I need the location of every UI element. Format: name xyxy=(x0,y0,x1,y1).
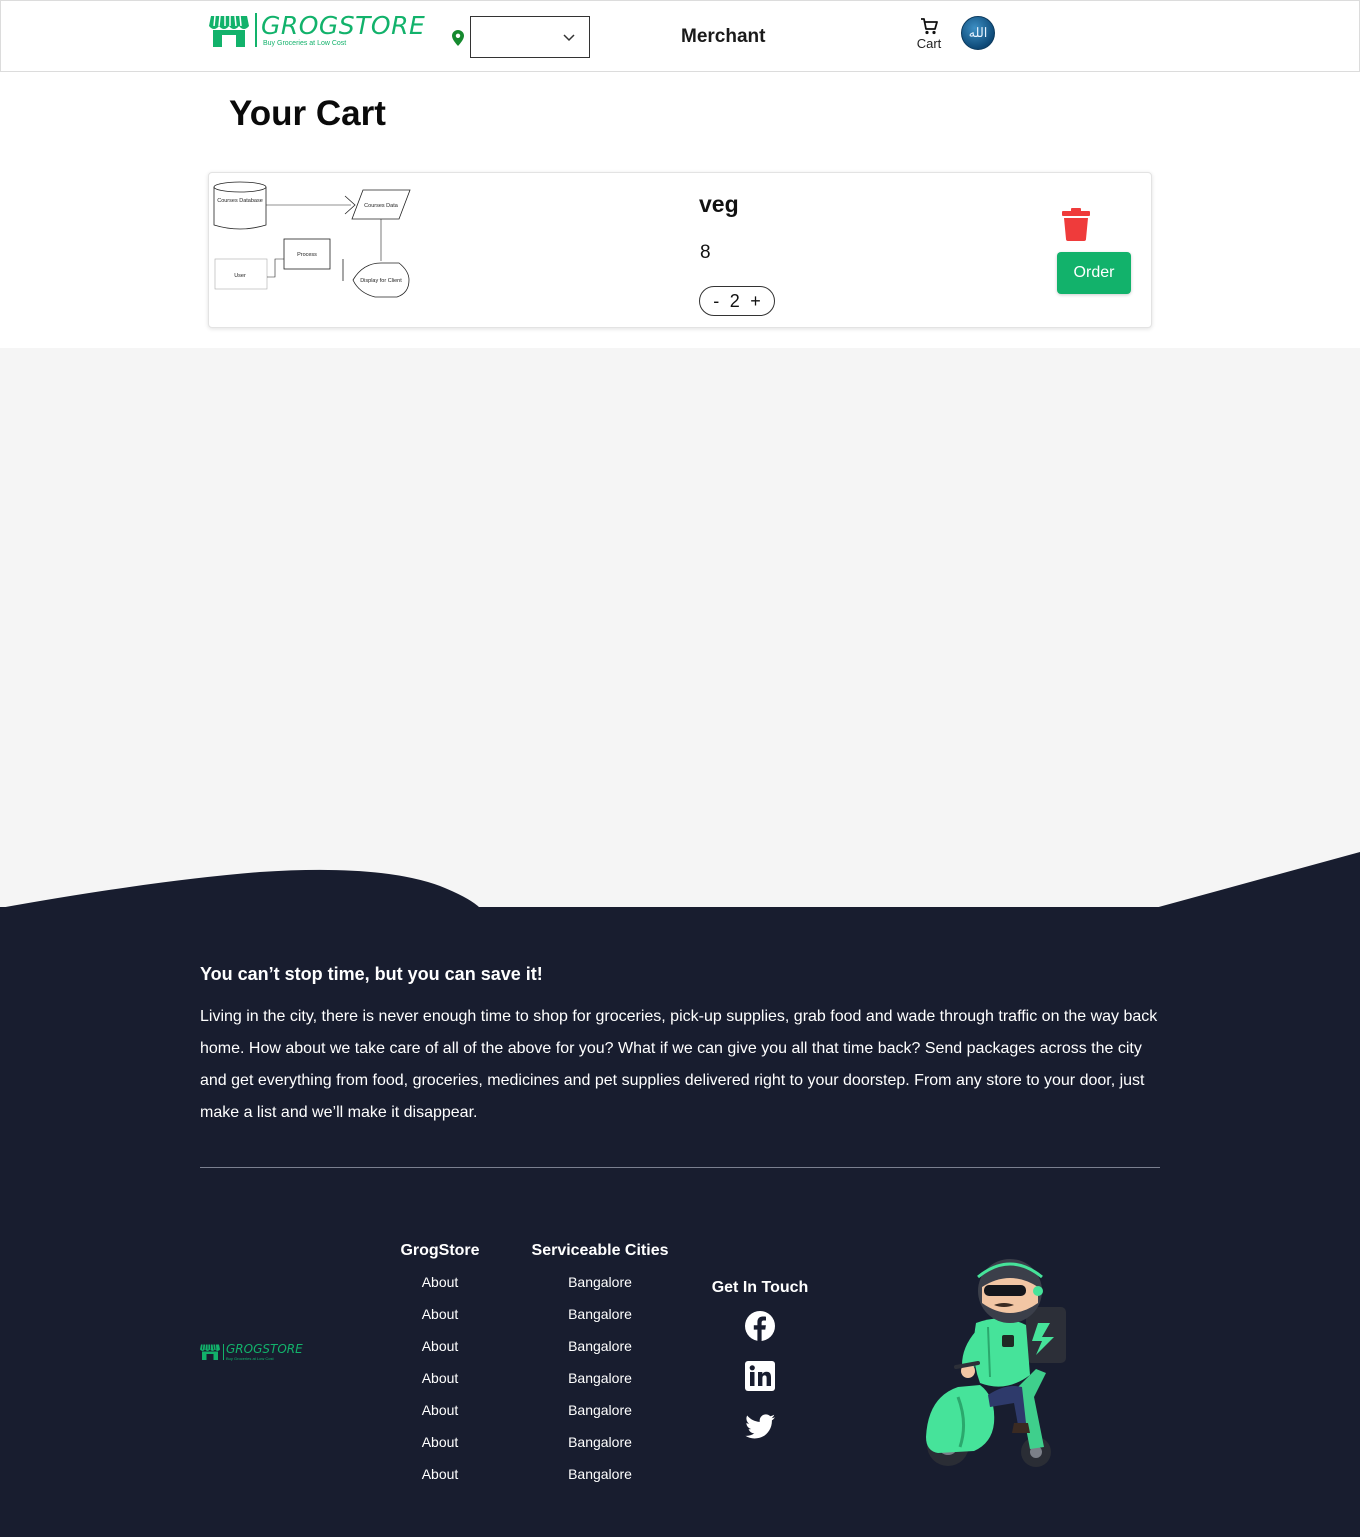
footer-column-cities: Serviceable Cities Bangalore Bangalore B… xyxy=(530,1242,670,1497)
storefront-icon xyxy=(209,15,249,47)
storefront-icon xyxy=(200,1344,220,1360)
footer-link-city[interactable]: Bangalore xyxy=(530,1369,670,1401)
merchant-link[interactable]: Merchant xyxy=(681,26,765,48)
diagram-node-display: Display for Client xyxy=(360,278,402,284)
footer-link-city[interactable]: Bangalore xyxy=(530,1337,670,1369)
footer-brand-tagline: Buy Groceries at Low Cost xyxy=(226,1356,274,1361)
footer-link-city[interactable]: Bangalore xyxy=(530,1465,670,1497)
empty-content-area xyxy=(0,348,1360,908)
footer-column-grogstore: GrogStore About About About About About … xyxy=(392,1242,488,1497)
footer-brand-name: GROGSTORE xyxy=(226,1342,303,1356)
footer-link-city[interactable]: Bangalore xyxy=(530,1401,670,1433)
product-name: veg xyxy=(699,191,739,217)
brand-logo[interactable]: GROGSTORE Buy Groceries at Low Cost xyxy=(209,13,425,49)
logo-divider xyxy=(223,1344,224,1360)
quantity-value: 2 xyxy=(729,290,740,311)
product-price: 8 xyxy=(700,242,711,263)
footer: You can’t stop time, but you can save it… xyxy=(0,907,1360,1537)
diagram-node-user: User xyxy=(234,273,246,279)
quantity-stepper: - 2 + xyxy=(699,286,775,316)
trash-icon[interactable] xyxy=(1062,208,1090,241)
footer-column-heading: Serviceable Cities xyxy=(531,1242,669,1259)
footer-link-about[interactable]: About xyxy=(392,1369,488,1401)
cart-icon xyxy=(921,18,938,35)
cart-label: Cart xyxy=(916,36,942,51)
brand-tagline: Buy Groceries at Low Cost xyxy=(263,40,347,47)
footer-link-about[interactable]: About xyxy=(392,1465,488,1497)
footer-wave xyxy=(0,852,1360,910)
footer-link-city[interactable]: Bangalore xyxy=(530,1433,670,1465)
page-title: Your Cart xyxy=(229,94,386,133)
footer-link-about[interactable]: About xyxy=(392,1433,488,1465)
diagram-node-process: Process xyxy=(297,252,317,258)
footer-logo[interactable]: GROGSTORE Buy Groceries at Low Cost xyxy=(200,1343,303,1361)
cart-item-card: Courses Database Courses Data Process Us… xyxy=(208,172,1152,328)
avatar-glyph: الله xyxy=(968,25,988,41)
product-image: Courses Database Courses Data Process Us… xyxy=(213,177,413,301)
diagram-node-courses-data: Courses Data xyxy=(364,203,399,209)
chevron-down-icon xyxy=(563,34,575,42)
footer-about-text: Living in the city, there is never enoug… xyxy=(200,1008,1158,1121)
footer-link-city[interactable]: Bangalore xyxy=(530,1305,670,1337)
decrement-button[interactable]: - xyxy=(713,291,719,312)
delivery-rider-illustration xyxy=(926,1259,1066,1467)
order-button[interactable]: Order xyxy=(1057,252,1131,294)
footer-tagline: You can’t stop time, but you can save it… xyxy=(200,964,543,984)
user-avatar[interactable]: الله xyxy=(961,16,995,50)
footer-link-about[interactable]: About xyxy=(392,1273,488,1305)
twitter-icon[interactable] xyxy=(744,1410,776,1442)
diagram-node-courses-database: Courses Database xyxy=(217,198,263,204)
footer-link-about[interactable]: About xyxy=(392,1401,488,1433)
brand-name: GROGSTORE xyxy=(261,11,426,40)
footer-column-contact: Get In Touch xyxy=(705,1279,815,1460)
cart-link[interactable]: Cart xyxy=(909,18,949,51)
footer-link-city[interactable]: Bangalore xyxy=(530,1273,670,1305)
footer-divider xyxy=(200,1167,1160,1168)
location-pin-icon xyxy=(452,30,464,46)
footer-link-about[interactable]: About xyxy=(392,1337,488,1369)
top-navbar: GROGSTORE Buy Groceries at Low Cost Merc… xyxy=(0,0,1360,72)
facebook-icon[interactable] xyxy=(744,1310,776,1342)
logo-divider xyxy=(255,13,257,47)
location-select[interactable] xyxy=(470,16,590,58)
footer-column-heading: Get In Touch xyxy=(711,1279,809,1296)
linkedin-icon[interactable] xyxy=(744,1360,776,1392)
increment-button[interactable]: + xyxy=(750,291,761,312)
footer-column-heading: GrogStore xyxy=(400,1242,480,1259)
footer-link-about[interactable]: About xyxy=(392,1305,488,1337)
